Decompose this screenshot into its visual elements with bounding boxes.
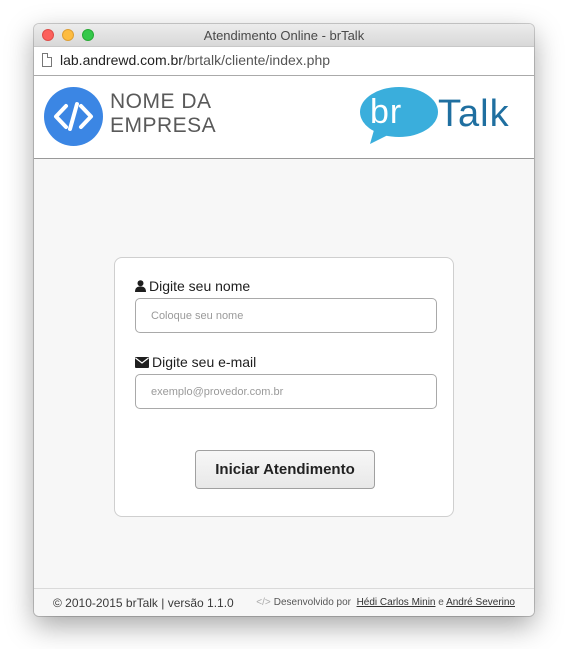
url-text[interactable]: lab.andrewd.com.br/brtalk/cliente/index.… bbox=[60, 52, 330, 68]
login-form-card: Digite seu nome Digite seu e-mail Inicia… bbox=[114, 257, 454, 517]
email-label: Digite seu e-mail bbox=[135, 354, 256, 371]
url-host: lab.andrewd.com.br bbox=[60, 52, 183, 68]
envelope-icon bbox=[135, 355, 149, 371]
company-name-line2: EMPRESA bbox=[110, 114, 217, 137]
name-label: Digite seu nome bbox=[135, 278, 250, 295]
page-icon bbox=[42, 53, 52, 67]
company-name-line1: NOME DA bbox=[110, 90, 212, 113]
brand-bubble-text: br bbox=[370, 93, 403, 131]
name-input[interactable] bbox=[135, 298, 437, 333]
developer-link-2[interactable]: André Severino bbox=[446, 597, 515, 608]
site-header: NOME DA EMPRESA br Talk bbox=[34, 76, 534, 159]
email-label-text: Digite seu e-mail bbox=[152, 354, 257, 370]
name-label-text: Digite seu nome bbox=[149, 278, 251, 294]
page-footer: © 2010-2015 brTalk | versão 1.1.0 </> Des… bbox=[34, 588, 534, 616]
copyright-text: © 2010-2015 brTalk | versão 1.1.0 bbox=[53, 596, 234, 610]
code-icon: </> bbox=[256, 597, 271, 608]
url-path: /brtalk/cliente/index.php bbox=[182, 52, 331, 68]
main-content: Digite seu nome Digite seu e-mail Inicia… bbox=[34, 158, 534, 588]
credits-conjunction: e bbox=[438, 597, 444, 608]
developer-link-1[interactable]: Hédi Carlos Minin bbox=[357, 597, 436, 608]
title-bar: Atendimento Online - brTalk bbox=[34, 24, 534, 47]
email-input[interactable] bbox=[135, 374, 437, 409]
start-chat-button[interactable]: Iniciar Atendimento bbox=[195, 450, 375, 489]
company-logo bbox=[44, 87, 103, 146]
user-icon bbox=[135, 279, 146, 295]
credits-prefix: Desenvolvido por bbox=[273, 597, 351, 608]
code-icon bbox=[54, 102, 93, 131]
address-bar[interactable]: lab.andrewd.com.br/brtalk/cliente/index.… bbox=[34, 47, 534, 76]
brtalk-logo: br Talk bbox=[360, 86, 524, 146]
company-name: NOME DA EMPRESA bbox=[110, 90, 216, 138]
window-title: Atendimento Online - brTalk bbox=[203, 28, 365, 43]
brand-word: Talk bbox=[438, 93, 510, 135]
browser-window: Atendimento Online - brTalk lab.andrewd.… bbox=[34, 24, 534, 616]
developer-credits: </> Desenvolvido por Hédi Carlos Minin e … bbox=[256, 597, 515, 608]
